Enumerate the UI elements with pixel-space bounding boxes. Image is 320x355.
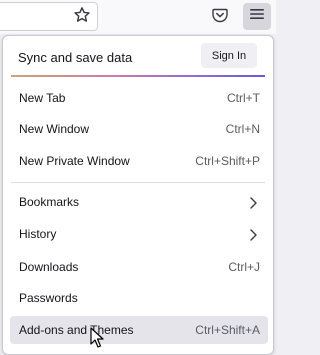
menu-item-shortcut: Ctrl+Shift+P [195,154,260,168]
star-icon [73,6,91,29]
menu-item-add-ons-and-themes[interactable]: Add-ons and Themes Ctrl+Shift+A [10,316,268,344]
pocket-icon [211,6,229,29]
save-to-pocket-button[interactable] [206,4,234,30]
accent-separator [11,75,265,77]
menu-item-label: Bookmarks [19,195,80,209]
chevron-right-icon [248,196,258,209]
menu-item-shortcut: Ctrl+Shift+A [195,323,260,337]
menu-item-label: History [19,227,57,241]
chevron-right-icon [248,228,258,241]
menu-item-shortcut: Ctrl+N [225,122,260,136]
browser-toolbar [0,0,276,34]
menu-separator [11,182,265,183]
hamburger-menu-icon [249,7,265,26]
application-menu-panel: Sync and save data Sign In New Tab Ctrl+… [2,35,274,355]
sync-header: Sync and save data Sign In [3,36,273,76]
sign-in-button[interactable]: Sign In [201,43,257,68]
menu-item-label: Add-ons and Themes [19,323,134,337]
menu-item-passwords[interactable]: Passwords [10,284,268,312]
menu-item-shortcut: Ctrl+J [228,260,260,274]
sync-label: Sync and save data [18,50,133,65]
url-bar[interactable] [0,2,98,31]
menu-item-history[interactable]: History [10,220,268,248]
menu-item-new-window[interactable]: New Window Ctrl+N [10,115,268,143]
menu-item-bookmarks[interactable]: Bookmarks [10,188,268,216]
menu-item-label: Passwords [19,291,78,305]
bookmark-star-button[interactable] [71,6,93,28]
menu-item-new-private-window[interactable]: New Private Window Ctrl+Shift+P [10,147,268,175]
menu-item-new-tab[interactable]: New Tab Ctrl+T [10,84,268,112]
menu-item-label: New Private Window [19,154,130,168]
menu-item-shortcut: Ctrl+T [227,91,260,105]
open-application-menu-button[interactable] [243,3,271,30]
menu-item-label: New Window [19,122,90,136]
menu-item-label: New Tab [19,91,66,105]
menu-item-downloads[interactable]: Downloads Ctrl+J [10,253,268,281]
menu-item-label: Downloads [19,260,79,274]
